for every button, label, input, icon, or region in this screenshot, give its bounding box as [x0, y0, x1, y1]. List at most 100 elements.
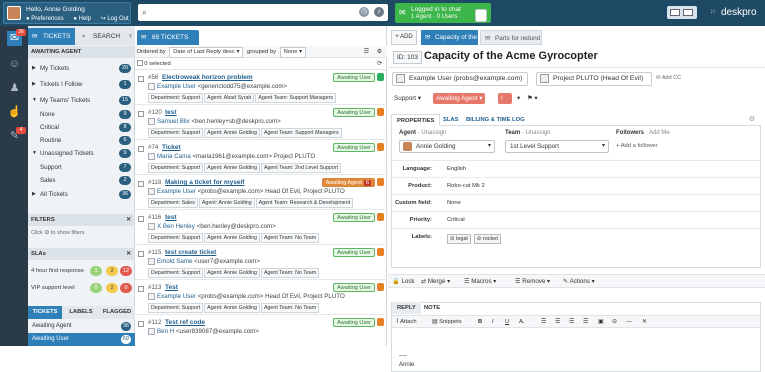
field-language[interactable]: Language: English	[392, 160, 762, 177]
merge-button[interactable]: ⇄ Merge ▾	[421, 276, 450, 287]
ticket-row[interactable]: #120 test Awaiting User Samuel Blix <ben…	[135, 106, 387, 140]
ticket-row[interactable]: #116 test Awaiting User X Ben Henley <be…	[135, 211, 387, 245]
ticket-row[interactable]: #74 Ticket Awaiting User Maria Cama <mar…	[135, 141, 387, 175]
ticket-subject[interactable]: Electroweak horizon problem	[162, 74, 253, 81]
flag-icon[interactable]	[377, 213, 384, 221]
filter-row[interactable]: ▶ My Tickets 20	[28, 62, 135, 75]
close-icon[interactable]: ✕	[642, 317, 647, 328]
sla-row[interactable]: VIP support level 0 2 0	[28, 281, 135, 295]
image-icon[interactable]: ▣	[598, 317, 603, 328]
agent-select[interactable]: Annie Golding ▾	[399, 140, 495, 153]
preferences-link[interactable]: ● Preferences	[26, 16, 68, 22]
unassign-team-link[interactable]: Unassign	[526, 130, 551, 136]
flag-icon[interactable]	[377, 248, 384, 256]
label-tag[interactable]: ⊘ legal	[447, 234, 471, 244]
rail-tickets[interactable]: ✉ 36	[7, 29, 26, 46]
tab-ticket-103[interactable]: ✉ Capacity of the	[421, 30, 478, 45]
field-labels[interactable]: Labels: ⊘ legal ⊘ rocket	[392, 228, 762, 245]
ticket-organization[interactable]: Project PLUTO (Head Of Evil)	[536, 72, 652, 86]
add-follower-link[interactable]: + Add a follower	[616, 143, 657, 149]
refresh-icon[interactable]: ⟳	[377, 58, 382, 70]
ticket-subject[interactable]: Test	[165, 284, 178, 291]
filter-row[interactable]: ▶ Tickets I Follow 1	[28, 78, 135, 91]
department-select[interactable]: Support ▾	[391, 93, 424, 104]
rail-people[interactable]: ♟	[7, 81, 22, 96]
snippets-button[interactable]: ▤ Snippets	[432, 317, 462, 328]
tab-flagged[interactable]: FLAGGED	[100, 306, 134, 319]
chevron-down-icon[interactable]: ▾	[514, 93, 523, 104]
ticket-checkbox[interactable]	[138, 216, 144, 222]
field-product[interactable]: Product: Robo-cat Mk 2	[392, 177, 762, 194]
ticket-checkbox[interactable]	[138, 111, 144, 117]
filter-row[interactable]: Critical 8	[28, 121, 135, 134]
bell-icon[interactable]: ♪	[374, 7, 384, 17]
ticket-subject[interactable]: Ticket	[162, 144, 181, 151]
add-me-link[interactable]: Add Me	[649, 130, 670, 136]
tab-labels[interactable]: LABELS	[64, 306, 98, 319]
tab-ticket-other[interactable]: ✉ Parts for redund	[480, 30, 542, 45]
rail-tasks[interactable]: ✎ 4	[7, 127, 26, 144]
attach-button[interactable]: ⌇ Attach	[396, 317, 417, 328]
logout-link[interactable]: ↪ Log Out	[101, 16, 133, 22]
urgency-select[interactable]: !	[498, 93, 512, 104]
user-box[interactable]: Hello, Annie Golding ● Preferences ● Hel…	[3, 2, 131, 24]
flag-icon[interactable]	[377, 178, 384, 186]
tab-ticket-list[interactable]: ✉ 69 TICKETS	[137, 30, 199, 45]
gear-icon[interactable]: ⚙	[377, 46, 382, 58]
status-select[interactable]: Awaiting Agent ▾	[433, 93, 486, 104]
italic-icon[interactable]: I	[492, 317, 494, 328]
ticket-title[interactable]: Capacity of the Acme Gyrocopter	[424, 50, 598, 62]
field-custom[interactable]: Custom field: None	[392, 194, 762, 211]
indent-icon[interactable]: ☰	[583, 317, 588, 328]
filter-row[interactable]: ▼ My Teams' Tickets 15	[28, 94, 135, 107]
ticket-subject[interactable]: test	[165, 109, 177, 116]
strikethrough-icon[interactable]: A̶	[519, 317, 523, 328]
ticket-checkbox[interactable]	[138, 321, 144, 327]
list-view-icon[interactable]: ☰	[364, 46, 369, 58]
tab-tickets[interactable]: ✉ TICKETS	[28, 28, 75, 45]
tab-properties[interactable]: PROPERTIES	[391, 114, 441, 126]
tab-reply[interactable]: REPLY	[392, 302, 421, 314]
lock-button[interactable]: 🔒 Lock	[392, 276, 415, 287]
layout-toggle[interactable]	[667, 6, 697, 19]
layout-full-icon[interactable]	[683, 9, 693, 16]
close-icon[interactable]: ✕	[126, 248, 131, 260]
actions-button[interactable]: ✎ Actions ▾	[563, 276, 595, 287]
ticket-checkbox[interactable]	[138, 251, 144, 257]
flag-icon[interactable]	[377, 108, 384, 116]
help-link[interactable]: ● Help	[73, 16, 95, 22]
search-input[interactable]: ⌕ ◷ ♪	[138, 4, 388, 21]
ticket-checkbox[interactable]	[138, 76, 144, 82]
chat-status-button[interactable]: ✉ Logged in to chat 1 Agent · 0 Users ▼	[395, 3, 491, 23]
group-select[interactable]: None ▾	[279, 47, 307, 58]
ticket-subject[interactable]: test	[165, 214, 177, 221]
status-row[interactable]: Awaiting User 69	[28, 333, 135, 346]
ticket-row[interactable]: #118 Making a ticket for myself Awaiting…	[135, 176, 387, 210]
select-all-checkbox[interactable]	[136, 60, 143, 67]
ticket-checkbox[interactable]	[138, 286, 144, 292]
hr-icon[interactable]: —	[626, 317, 632, 328]
filter-row[interactable]: Support 7	[28, 161, 135, 174]
bullet-list-icon[interactable]: ☰	[541, 317, 546, 328]
rail-feedback[interactable]: ☝	[7, 105, 22, 120]
ticket-row[interactable]: #56 Electroweak horizon problem Awaiting…	[135, 71, 387, 105]
tab-note[interactable]: NOTE	[419, 302, 445, 314]
align-icon[interactable]: ☰	[569, 317, 574, 328]
close-icon[interactable]: ✕	[126, 214, 131, 226]
gear-icon[interactable]: ⚙	[749, 115, 755, 123]
link-icon[interactable]: ⊖	[612, 317, 617, 328]
rail-chat[interactable]: ☺	[7, 57, 22, 72]
team-select[interactable]: 1st Level Support ▾	[505, 140, 609, 153]
avatar[interactable]	[7, 6, 21, 20]
flag-menu[interactable]: ⚑ ▾	[524, 93, 541, 104]
remove-button[interactable]: ☰ Remove ▾	[515, 276, 550, 287]
macros-button[interactable]: ☰ Macros ▾	[464, 276, 496, 287]
sla-row[interactable]: 4 hour first response 1 2 12	[28, 264, 135, 278]
filter-row[interactable]: ▼ Unassigned Tickets 9	[28, 147, 135, 160]
flag-icon[interactable]	[377, 318, 384, 326]
order-select[interactable]: Date of Last Reply desc ▾	[169, 47, 244, 58]
status-row[interactable]: Awaiting Agent 36	[28, 320, 135, 333]
tab-billing[interactable]: BILLING & TIME LOG	[461, 114, 530, 126]
bold-icon[interactable]: B	[478, 317, 482, 328]
filter-row[interactable]: Sales 2	[28, 174, 135, 187]
